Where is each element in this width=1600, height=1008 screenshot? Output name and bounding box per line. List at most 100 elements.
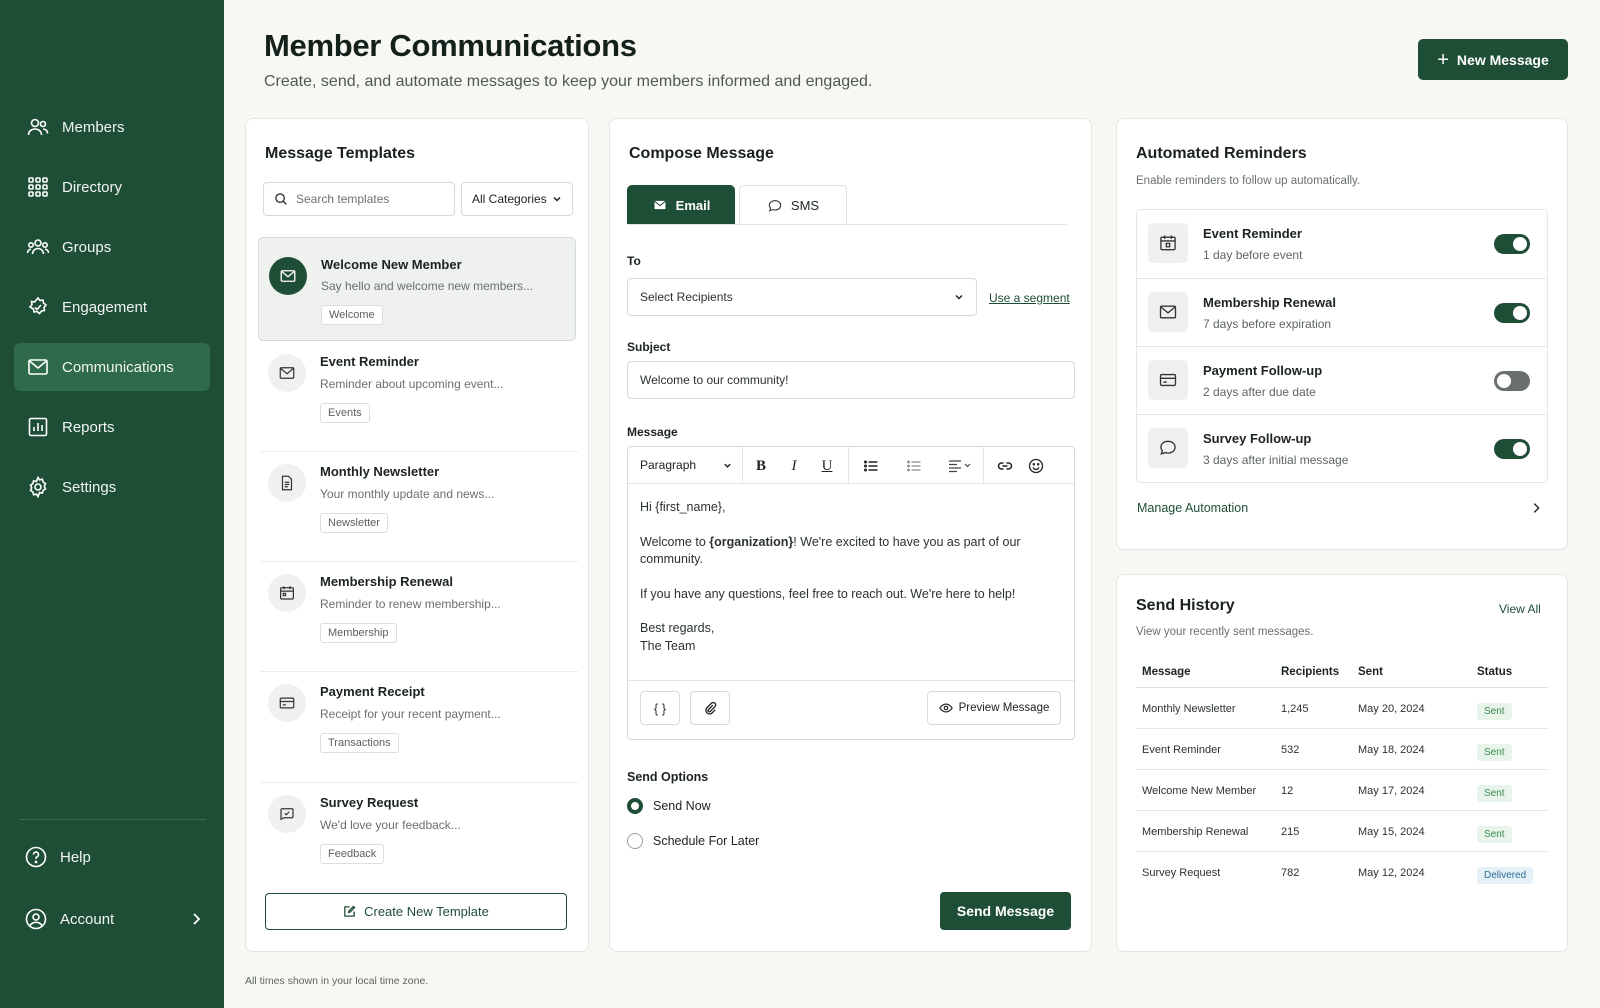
message-cell: Monthly Newsletter: [1142, 703, 1236, 715]
gear-icon: [29, 475, 47, 499]
paragraph-select[interactable]: Paragraph: [640, 458, 732, 472]
table-row[interactable]: Monthly Newsletter 1,245 May 20, 2024 Se…: [1136, 688, 1548, 729]
reminder-toggle-payment[interactable]: [1494, 371, 1530, 391]
sidebar-item-label: Settings: [62, 478, 117, 496]
template-desc: Your monthly update and news...: [320, 487, 495, 501]
sent-cell: May 18, 2024: [1358, 744, 1425, 756]
mail-icon: [279, 367, 295, 379]
template-item-survey[interactable]: Survey Request We'd love your feedback..…: [258, 790, 576, 886]
sidebar-item-label: Directory: [62, 178, 123, 196]
reminders-subtitle: Enable reminders to follow up automatica…: [1136, 175, 1361, 187]
sidebar-item-label: Reports: [62, 418, 115, 436]
manage-automation-label: Manage Automation: [1137, 501, 1249, 515]
to-label: To: [627, 254, 641, 268]
italic-button[interactable]: I: [784, 456, 804, 476]
message-cell: Event Reminder: [1142, 744, 1221, 756]
template-name: Membership Renewal: [320, 574, 453, 589]
subject-input[interactable]: Welcome to our community!: [627, 361, 1075, 399]
use-segment-link[interactable]: Use a segment: [989, 291, 1070, 305]
send-history-subtitle: View your recently sent messages.: [1136, 626, 1314, 638]
divider: [260, 671, 578, 672]
sidebar-item-settings[interactable]: Settings: [14, 463, 210, 511]
tab-sms[interactable]: SMS: [739, 185, 847, 225]
editor-footer-divider: [628, 680, 1074, 681]
sidebar-item-help[interactable]: Help: [24, 841, 204, 873]
message-label: Message: [627, 425, 678, 439]
table-row[interactable]: Survey Request 782 May 12, 2024 Delivere…: [1136, 852, 1548, 893]
underline-button[interactable]: U: [817, 456, 837, 476]
column-header: Status: [1477, 666, 1513, 678]
sidebar-item-communications[interactable]: Communications: [14, 343, 210, 391]
plus-icon: +: [1437, 48, 1449, 71]
sidebar-item-members[interactable]: Members: [14, 103, 210, 151]
table-row[interactable]: Welcome New Member 12 May 17, 2024 Sent: [1136, 770, 1548, 811]
send-now-radio[interactable]: Send Now: [627, 798, 711, 814]
link-button[interactable]: [995, 456, 1015, 476]
account-label: Account: [60, 910, 115, 928]
sidebar-item-account[interactable]: Account: [24, 903, 204, 935]
tab-email[interactable]: Email: [627, 185, 735, 225]
template-search[interactable]: [263, 182, 455, 216]
create-template-button[interactable]: Create New Template: [265, 893, 567, 930]
sidebar-divider: [20, 819, 206, 820]
emoji-button[interactable]: [1026, 456, 1046, 476]
align-select[interactable]: [944, 456, 976, 476]
template-item-payment-receipt[interactable]: Payment Receipt Receipt for your recent …: [258, 679, 576, 775]
table-row[interactable]: Membership Renewal 215 May 15, 2024 Sent: [1136, 811, 1548, 852]
schedule-later-radio[interactable]: Schedule For Later: [627, 833, 759, 849]
template-item-renewal[interactable]: Membership Renewal Reminder to renew mem…: [258, 569, 576, 665]
card-icon: [279, 697, 295, 709]
send-now-label: Send Now: [653, 799, 711, 813]
template-item-newsletter[interactable]: Monthly Newsletter Your monthly update a…: [258, 459, 576, 555]
reminder-toggle-event[interactable]: [1494, 234, 1530, 254]
preview-message-button[interactable]: Preview Message: [927, 691, 1061, 725]
reminder-timing: 3 days after initial message: [1203, 453, 1349, 467]
template-name: Survey Request: [320, 795, 419, 810]
edit-icon: [344, 905, 356, 917]
reminder-toggle-renewal[interactable]: [1494, 303, 1530, 323]
reminders-card: Automated Reminders Enable reminders to …: [1116, 118, 1568, 550]
manage-automation-link[interactable]: Manage Automation: [1137, 501, 1543, 515]
calendar-icon: [280, 586, 294, 600]
bold-button[interactable]: B: [751, 456, 771, 476]
insert-variable-button[interactable]: { }: [640, 691, 680, 725]
message-body[interactable]: Hi {first_name}, Welcome to {organizatio…: [640, 499, 1060, 655]
template-item-welcome[interactable]: Welcome New Member Say hello and welcome…: [258, 237, 576, 341]
template-tag: Welcome: [321, 305, 383, 325]
send-history-card: Send History View your recently sent mes…: [1116, 574, 1568, 952]
sidebar-item-directory[interactable]: Directory: [14, 163, 210, 211]
message-cell: Welcome New Member: [1142, 785, 1257, 797]
card-icon: [1159, 373, 1177, 387]
table-row[interactable]: Event Reminder 532 May 18, 2024 Sent: [1136, 729, 1548, 770]
send-message-button[interactable]: Send Message: [940, 892, 1071, 930]
category-select[interactable]: All Categories: [461, 182, 573, 216]
help-icon: [25, 846, 47, 868]
reminders-title: Automated Reminders: [1136, 145, 1307, 162]
calendar-icon: [1160, 235, 1176, 251]
chart-icon: [28, 417, 48, 437]
template-item-event-reminder[interactable]: Event Reminder Reminder about upcoming e…: [258, 349, 576, 445]
reminder-name: Payment Follow-up: [1203, 363, 1323, 378]
new-message-button[interactable]: + New Message: [1418, 39, 1568, 80]
preview-label: Preview Message: [958, 702, 1050, 714]
sidebar-item-engagement[interactable]: Engagement: [14, 283, 210, 331]
sidebar-item-reports[interactable]: Reports: [14, 403, 210, 451]
reminder-toggle-survey[interactable]: [1494, 439, 1530, 459]
braces-icon: { }: [653, 700, 667, 716]
sidebar-item-label: Members: [62, 118, 125, 136]
templates-card: Message Templates All Categories Welcome…: [245, 118, 589, 952]
new-message-label: New Message: [1456, 51, 1549, 68]
message-editor[interactable]: Paragraph B I U Hi {first_name}, Welcome…: [627, 446, 1075, 740]
sidebar-item-groups[interactable]: Groups: [14, 223, 210, 271]
view-all-link[interactable]: View All: [1499, 602, 1541, 616]
toggle-knob: [1513, 237, 1527, 251]
attach-button[interactable]: [690, 691, 730, 725]
numbered-list-button[interactable]: [904, 456, 924, 476]
reminder-name: Event Reminder: [1203, 226, 1302, 241]
tab-sms-label: SMS: [790, 198, 820, 213]
search-input[interactable]: [296, 192, 436, 206]
recipients-select[interactable]: Select Recipients: [627, 278, 977, 316]
template-desc: Say hello and welcome new members...: [321, 279, 534, 293]
sidebar-item-label: Communications: [62, 358, 174, 376]
bullet-list-button[interactable]: [861, 456, 881, 476]
